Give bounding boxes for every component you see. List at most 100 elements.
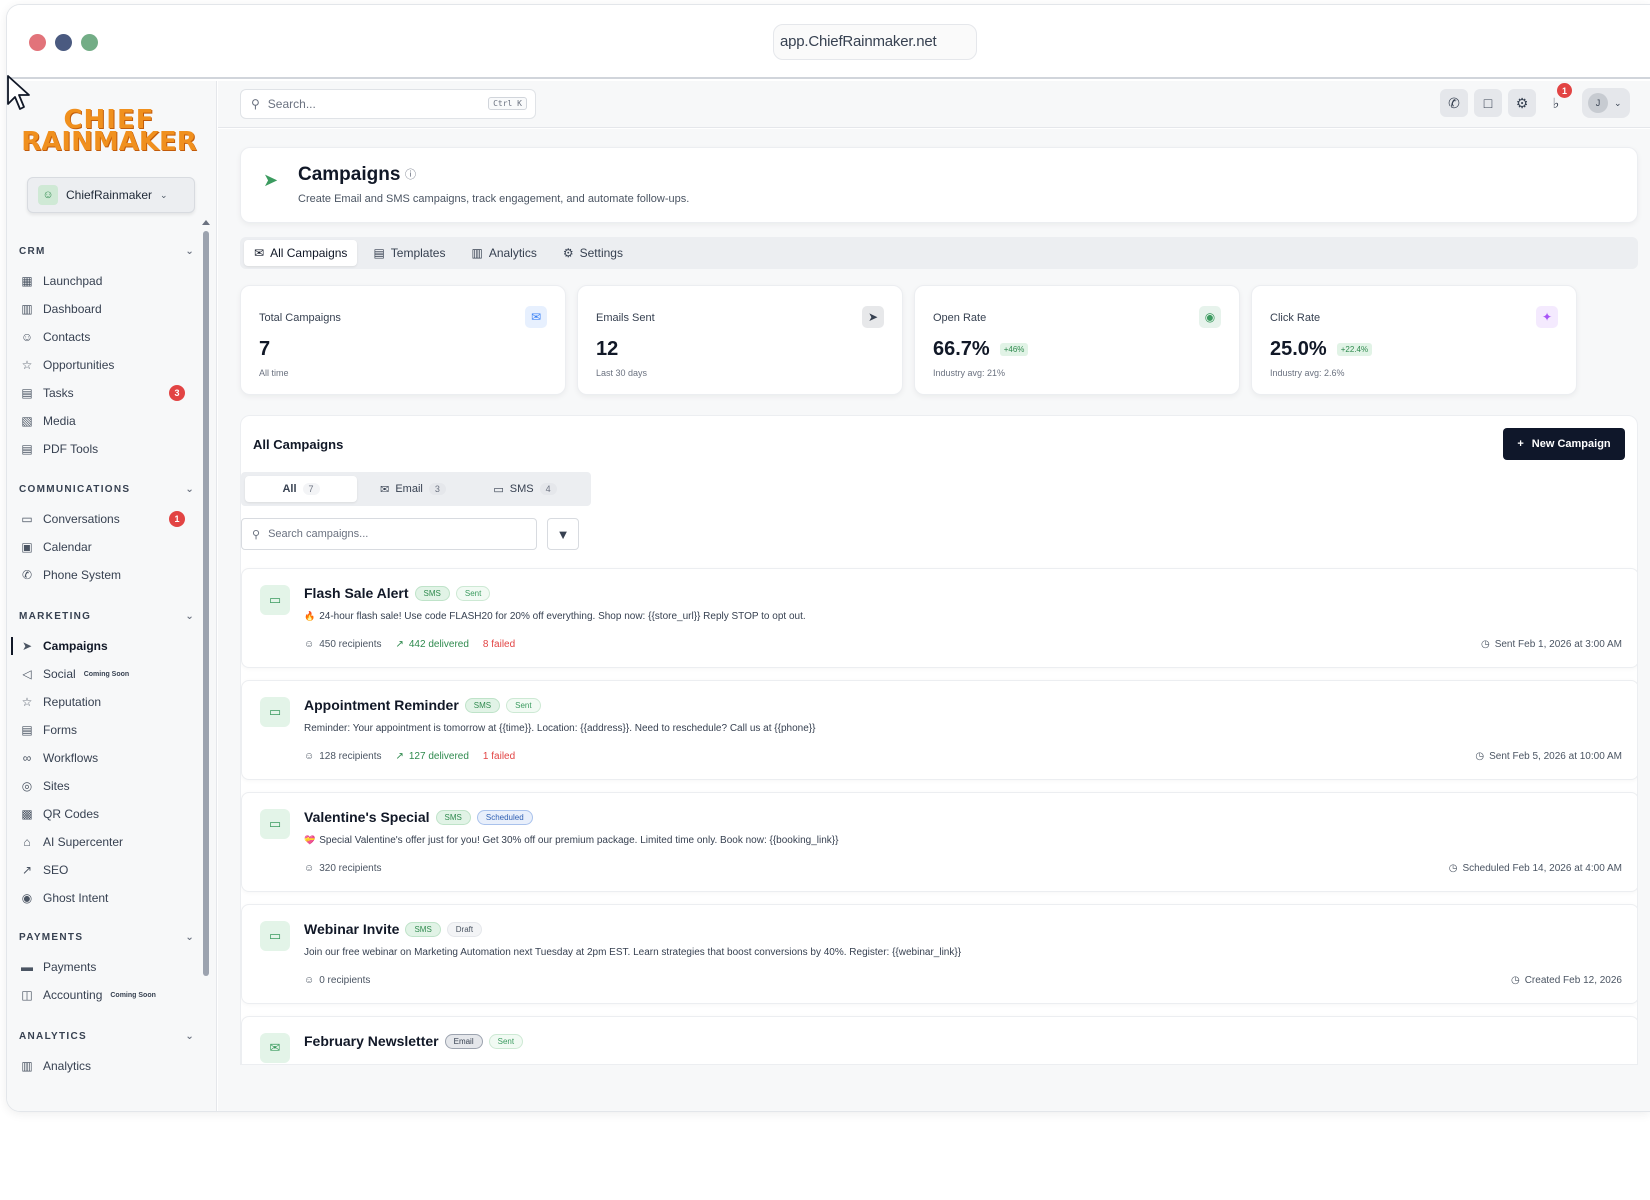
- sidebar-item-dashboard[interactable]: ▥ Dashboard: [19, 295, 195, 323]
- message-icon: ▭: [260, 585, 290, 615]
- campaign-row[interactable]: ▭ Valentine's Special SMS Scheduled 💝 Special…: [241, 792, 1637, 892]
- campaign-name[interactable]: Flash Sale Alert SMS Sent: [304, 585, 491, 601]
- calendar-icon: ▣: [21, 540, 33, 554]
- recipients-text: 128 recipients: [319, 751, 382, 762]
- campaign-search-input[interactable]: ⚲ Search campaigns...: [241, 518, 537, 550]
- tab-templates[interactable]: ▤ Templates: [363, 240, 455, 266]
- close-window-button[interactable]: [29, 34, 46, 51]
- logo-line-2: RAINMAKER: [21, 127, 197, 157]
- sidebar-item-label: Forms: [43, 723, 77, 737]
- star-icon: ☆: [21, 358, 33, 372]
- eye-icon: ◉: [21, 891, 33, 905]
- sidebar-item-workflows[interactable]: ∞ Workflows: [19, 744, 195, 772]
- user-menu-button[interactable]: J ⌄: [1582, 88, 1630, 118]
- phone-icon[interactable]: ✆: [1440, 89, 1468, 117]
- maximize-window-button[interactable]: [81, 34, 98, 51]
- campaign-row[interactable]: ▭ Appointment Reminder SMS Sent Reminder: Yo…: [241, 680, 1637, 780]
- sidebar-item-forms[interactable]: ▤ Forms: [19, 716, 195, 744]
- sidebar-item-social[interactable]: ◁ Social Coming Soon: [19, 660, 195, 688]
- search-placeholder: Search...: [267, 97, 316, 111]
- sidebar-item-accounting[interactable]: ◫ Accounting Coming Soon: [19, 981, 195, 1009]
- sidebar-item-conversations[interactable]: ▭ Conversations 1: [19, 505, 195, 533]
- stat-value-text: 12: [596, 338, 619, 360]
- sidebar-item-tasks[interactable]: ▤ Tasks 3: [19, 379, 195, 407]
- sidebar-item-label: Tasks: [43, 386, 74, 400]
- address-bar[interactable]: app.ChiefRainmaker.net: [773, 24, 977, 60]
- bug-icon[interactable]: ⚙: [1508, 89, 1536, 117]
- sidebar-item-contacts[interactable]: ☺ Contacts: [19, 323, 195, 351]
- campaign-message: Reminder: Your appointment is tomorrow a…: [304, 723, 815, 734]
- sidebar-item-launchpad[interactable]: ▦ Launchpad: [19, 267, 195, 295]
- nav-section-header[interactable]: ANALYTICS ⌄: [19, 1026, 195, 1046]
- sidebar-item-sites[interactable]: ◎ Sites: [19, 772, 195, 800]
- tab-all-campaigns[interactable]: ✉ All Campaigns: [244, 240, 358, 266]
- campaign-name-text: Webinar Invite: [304, 921, 400, 937]
- campaign-message: Join our free webinar on Marketing Autom…: [304, 947, 961, 958]
- sidebar-item-reputation[interactable]: ☆ Reputation: [19, 688, 195, 716]
- sidebar-item-analytics[interactable]: ▥ Analytics: [19, 1052, 195, 1080]
- sidebar-item-media[interactable]: ▧ Media: [19, 407, 195, 435]
- filter-tab-sms[interactable]: ▭ SMS 4: [469, 476, 581, 502]
- sidebar-item-ai-supercenter[interactable]: ⌂ AI Supercenter: [19, 828, 195, 856]
- sidebar-item-label: Media: [43, 414, 76, 428]
- info-icon[interactable]: ⓘ: [405, 166, 416, 182]
- mail-icon: ✉: [525, 306, 547, 328]
- sidebar-item-payments[interactable]: ▬ Payments: [19, 953, 195, 981]
- stat-label: Total Campaigns: [259, 312, 341, 324]
- campaign-name[interactable]: Valentine's Special SMS Scheduled: [304, 809, 533, 825]
- campaign-row[interactable]: ✉ February Newsletter Email Sent: [241, 1016, 1637, 1064]
- clock-icon: ◷: [1448, 863, 1458, 874]
- sidebar-item-calendar[interactable]: ▣ Calendar: [19, 533, 195, 561]
- campaign-row[interactable]: ▭ Flash Sale Alert SMS Sent 🔥 24-hour flash s…: [241, 568, 1637, 668]
- search-icon: ⚲: [251, 97, 260, 111]
- campaign-name[interactable]: February Newsletter Email Sent: [304, 1033, 524, 1049]
- sidebar-item-phone-system[interactable]: ✆ Phone System: [19, 561, 195, 589]
- filter-button[interactable]: ▼: [547, 518, 579, 550]
- nav-section-header[interactable]: MARKETING ⌄: [19, 606, 195, 626]
- stat-value-text: 66.7%: [933, 338, 990, 360]
- card-icon: ▬: [21, 960, 33, 974]
- nav-section-header[interactable]: COMMUNICATIONS ⌄: [19, 479, 195, 499]
- filter-tab-all[interactable]: All 7: [245, 476, 357, 502]
- sidebar-item-pdf-tools[interactable]: ▤ PDF Tools: [19, 435, 195, 463]
- nav-section-title: CRM: [19, 245, 46, 257]
- campaign-name[interactable]: Webinar Invite SMS Draft: [304, 921, 483, 937]
- list-title: All Campaigns: [253, 437, 344, 452]
- sidebar-item-ghost-intent[interactable]: ◉ Ghost Intent: [19, 884, 195, 912]
- message-icon[interactable]: □: [1474, 89, 1502, 117]
- stat-delta: +46%: [999, 343, 1029, 357]
- chief-rainmaker-logo[interactable]: CHIEF RAINMAKER: [21, 105, 197, 157]
- chevron-down-icon: ⌄: [160, 189, 168, 200]
- campaign-row[interactable]: ▭ Webinar Invite SMS Draft Join our free web…: [241, 904, 1637, 1004]
- sidebar-item-seo[interactable]: ↗ SEO: [19, 856, 195, 884]
- global-search-input[interactable]: ⚲ Search... Ctrl K: [240, 89, 536, 119]
- sidebar-item-label: Calendar: [43, 540, 92, 554]
- campaign-date-text: Scheduled Feb 14, 2026 at 4:00 AM: [1462, 863, 1622, 874]
- sidebar-item-qr-codes[interactable]: ▩ QR Codes: [19, 800, 195, 828]
- sidebar-item-opportunities[interactable]: ☆ Opportunities: [19, 351, 195, 379]
- scroll-up-arrow[interactable]: [202, 220, 210, 225]
- tab-label: Settings: [579, 246, 623, 260]
- tab-settings[interactable]: ⚙ Settings: [553, 240, 633, 266]
- nav-section-header[interactable]: PAYMENTS ⌄: [19, 927, 195, 947]
- sidebar-scrollbar[interactable]: [203, 231, 209, 976]
- mail-icon: ✉: [254, 246, 265, 260]
- sidebar-item-campaigns[interactable]: ➤ Campaigns: [11, 632, 195, 660]
- send-icon: ➤: [263, 170, 279, 190]
- stat-value: 12: [596, 338, 618, 361]
- sidebar-item-label: Social: [43, 667, 76, 681]
- tab-analytics[interactable]: ▥ Analytics: [461, 240, 546, 266]
- campaign-name[interactable]: Appointment Reminder SMS Sent: [304, 697, 541, 713]
- bell-icon[interactable]: ♭ 1: [1542, 83, 1572, 117]
- nav-section-header[interactable]: CRM ⌄: [19, 241, 195, 261]
- new-campaign-button[interactable]: + New Campaign: [1503, 428, 1625, 460]
- type-badge: SMS: [405, 921, 441, 937]
- minimize-window-button[interactable]: [55, 34, 72, 51]
- filter-count: 3: [428, 483, 446, 495]
- count-badge: 1: [169, 511, 185, 527]
- plus-icon: +: [1517, 438, 1524, 450]
- clock-icon: ◷: [1510, 975, 1520, 986]
- filter-tab-email[interactable]: ✉ Email 3: [357, 476, 469, 502]
- account-switcher-button[interactable]: ☺ ChiefRainmaker ⌄: [27, 177, 195, 213]
- nav-section-analytics: ANALYTICS ⌄ ▥ Analytics: [19, 1026, 195, 1080]
